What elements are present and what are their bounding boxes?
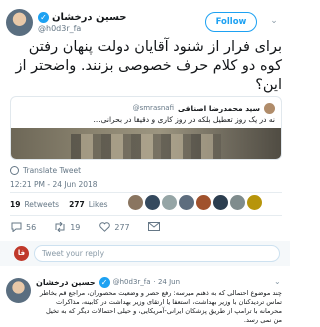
verified-icon: ✓: [38, 11, 49, 23]
translate-tweet-link[interactable]: Translate Tweet: [10, 166, 81, 175]
reply-author-avatar[interactable]: [6, 278, 31, 303]
reply-tweet-header: حسین درخشان ✓ @h0d3r_fa · 24 Jun: [36, 276, 286, 288]
divider: [10, 215, 282, 216]
globe-icon: [10, 166, 19, 175]
liker-avatars: [128, 195, 262, 210]
reply-icon: [10, 222, 22, 233]
reply-input[interactable]: Tweet your reply: [34, 245, 280, 262]
like-action-count: 277: [114, 222, 130, 232]
reply-count: 56: [26, 222, 37, 232]
liker-avatar[interactable]: [179, 195, 194, 210]
author-handle[interactable]: @h0d3r_fa: [38, 24, 81, 33]
like-action[interactable]: 277: [98, 222, 130, 232]
divider: [10, 192, 282, 193]
retweet-count[interactable]: 19: [10, 200, 20, 209]
retweet-action-count: 19: [70, 222, 81, 232]
liker-avatar[interactable]: [196, 195, 211, 210]
quoted-tweet[interactable]: @smrasnafi سید محمدرضا اصنافی نه در یک ر…: [10, 96, 282, 160]
tweet-text: برای فرار از شنود آقایان دولت پنهان رفتن…: [15, 39, 282, 93]
retweets-label[interactable]: Retweets: [24, 200, 59, 209]
reply-action[interactable]: 56: [10, 222, 37, 233]
tweet-actions: 56 19 277: [10, 220, 282, 234]
quoted-tweet-photo[interactable]: [11, 128, 281, 159]
reply-tweet-text: چند موضوع احتمالی که به ذهنم میرسه: رفع …: [39, 289, 282, 324]
liker-avatar[interactable]: [213, 195, 228, 210]
current-user-avatar: فا: [14, 246, 29, 261]
likes-label[interactable]: Likes: [89, 200, 108, 209]
reply-author-handle[interactable]: @h0d3r_fa: [113, 278, 151, 286]
translate-tweet-label[interactable]: Translate Tweet: [23, 166, 81, 175]
author-name-row: ✓ حسین درخشان: [38, 10, 208, 24]
quoted-tweet-avatar: [264, 102, 275, 114]
author-name[interactable]: حسین درخشان: [52, 12, 127, 23]
author-avatar[interactable]: [6, 9, 33, 36]
quoted-tweet-name: سید محمدرضا اصنافی: [178, 103, 260, 113]
tweet-timestamp[interactable]: 12:21 PM - 24 Jun 2018: [10, 180, 98, 189]
retweet-icon: [54, 221, 66, 233]
chevron-down-icon[interactable]: ⌄: [268, 15, 280, 27]
like-count[interactable]: 277: [69, 200, 85, 209]
liker-avatar[interactable]: [247, 195, 262, 210]
tweet-stats: 19 Retweets 277 Likes: [10, 197, 114, 211]
quoted-tweet-header: @smrasnafi سید محمدرضا اصنافی: [17, 102, 275, 114]
chevron-down-icon[interactable]: ⌄: [274, 277, 281, 286]
quoted-tweet-text: نه در یک روز تعطیل بلکه در روز کاری و دق…: [93, 115, 275, 124]
mail-icon: [147, 222, 160, 232]
heart-icon: [98, 222, 110, 232]
liker-avatar[interactable]: [128, 195, 143, 210]
liker-avatar[interactable]: [162, 195, 177, 210]
liker-avatar[interactable]: [230, 195, 245, 210]
direct-message-action[interactable]: [147, 222, 160, 232]
verified-icon: ✓: [98, 276, 110, 288]
follow-button[interactable]: Follow: [205, 12, 257, 32]
quoted-tweet-handle: @smrasnafi: [132, 104, 175, 112]
retweet-action[interactable]: 19: [54, 221, 81, 233]
reply-author-name[interactable]: حسین درخشان: [36, 278, 96, 287]
liker-avatar[interactable]: [145, 195, 160, 210]
reply-date[interactable]: · 24 Jun: [154, 278, 181, 286]
